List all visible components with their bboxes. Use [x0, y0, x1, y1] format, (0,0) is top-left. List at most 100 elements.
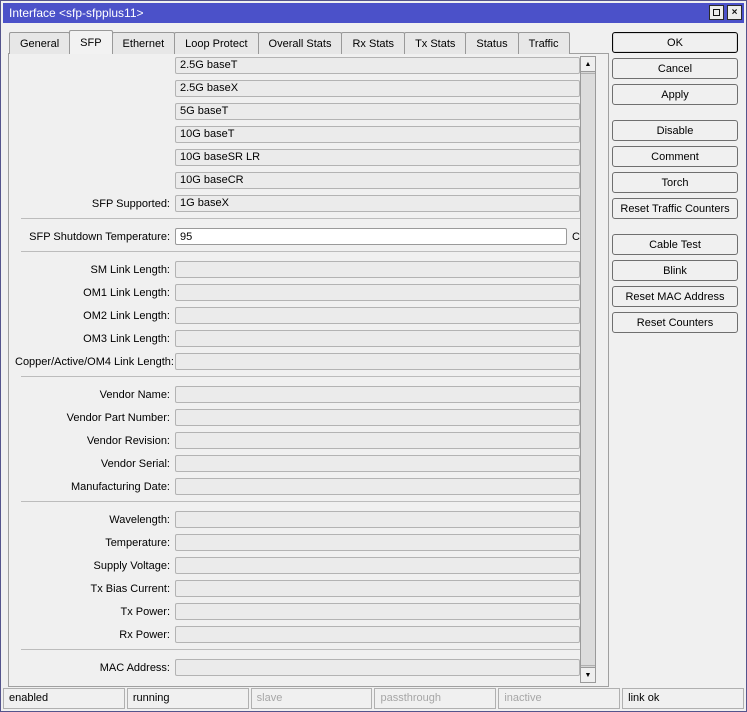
vendor-serial-field — [175, 455, 580, 472]
separator — [21, 218, 580, 219]
manufacturing-date-field — [175, 478, 580, 495]
temperature-unit-label: C — [572, 230, 580, 243]
separator — [21, 376, 580, 377]
comment-button[interactable]: Comment — [612, 146, 738, 167]
window-title: Interface <sfp-sfpplus11> — [9, 6, 144, 20]
apply-button[interactable]: Apply — [612, 84, 738, 105]
reset-mac-address-button[interactable]: Reset MAC Address — [612, 286, 738, 307]
temperature-field — [175, 534, 580, 551]
om1-link-length-row: OM1 Link Length: — [15, 284, 580, 301]
cancel-button[interactable]: Cancel — [612, 58, 738, 79]
status-enabled: enabled — [3, 688, 125, 709]
separator — [21, 501, 580, 502]
sfp-mode-row: 2.5G baseX — [15, 80, 580, 97]
tab-traffic[interactable]: Traffic — [517, 32, 570, 54]
button-group-gap — [612, 224, 738, 234]
action-button-column: OK Cancel Apply Disable Comment Torch Re… — [612, 32, 738, 338]
sfp-mode-value: 10G baseSR LR — [175, 149, 580, 166]
rx-power-row: Rx Power: — [15, 626, 580, 643]
tab-loop-protect[interactable]: Loop Protect — [174, 32, 259, 54]
sm-link-length-row: SM Link Length: — [15, 261, 580, 278]
close-button[interactable]: × — [727, 5, 742, 20]
sfp-mode-row: 10G baseT — [15, 126, 580, 143]
scroll-down-icon: ▼ — [584, 671, 592, 679]
scroll-up-button[interactable]: ▲ — [581, 57, 595, 72]
vendor-revision-row: Vendor Revision: — [15, 432, 580, 449]
om2-link-length-field — [175, 307, 580, 324]
mac-address-field — [175, 659, 580, 676]
ok-button[interactable]: OK — [612, 32, 738, 53]
rx-power-field — [175, 626, 580, 643]
tab-status[interactable]: Status — [465, 32, 519, 54]
status-inactive: inactive — [498, 688, 621, 709]
sfp-supported-label: SFP Supported: — [91, 197, 170, 210]
button-group-gap — [612, 110, 738, 120]
vendor-name-row: Vendor Name: — [15, 386, 580, 403]
sfp-supported-field: 1G baseX — [175, 195, 580, 212]
sfp-mode-value: 10G baseCR — [175, 172, 580, 189]
wavelength-field — [175, 511, 580, 528]
sfp-mode-row: 5G baseT — [15, 103, 580, 120]
wavelength-row: Wavelength: — [15, 511, 580, 528]
supply-voltage-field — [175, 557, 580, 574]
tab-sfp[interactable]: SFP — [69, 30, 113, 54]
status-running: running — [126, 688, 249, 709]
mac-address-label: MAC Address: — [99, 661, 170, 674]
sfp-mode-row: 2.5G baseT — [15, 57, 580, 74]
supply-voltage-row: Supply Voltage: — [15, 557, 580, 574]
torch-button[interactable]: Torch — [612, 172, 738, 193]
separator — [21, 649, 580, 650]
vertical-scrollbar[interactable]: ▲ ▼ — [580, 56, 596, 683]
tab-overall-stats[interactable]: Overall Stats — [257, 32, 343, 54]
sfp-shutdown-temperature-input[interactable] — [175, 228, 567, 245]
sfp-mode-value: 5G baseT — [175, 103, 580, 120]
tx-bias-current-row: Tx Bias Current: — [15, 580, 580, 597]
sfp-supported-row: SFP Supported: 1G baseX — [15, 195, 580, 212]
om2-link-length-row: OM2 Link Length: — [15, 307, 580, 324]
disable-button[interactable]: Disable — [612, 120, 738, 141]
mac-address-row: MAC Address: — [15, 659, 580, 676]
sfp-form: 2.5G baseT 2.5G baseX 5G baseT 10G baseT… — [15, 57, 580, 682]
scrollbar-thumb[interactable] — [581, 73, 595, 666]
cable-test-button[interactable]: Cable Test — [612, 234, 738, 255]
manufacturing-date-row: Manufacturing Date: — [15, 478, 580, 495]
status-bar: enabled running slave passthrough inacti… — [3, 688, 744, 709]
sfp-tab-panel: 2.5G baseT 2.5G baseX 5G baseT 10G baseT… — [8, 53, 609, 687]
vendor-part-number-row: Vendor Part Number: — [15, 409, 580, 426]
om1-link-length-field — [175, 284, 580, 301]
reset-counters-button[interactable]: Reset Counters — [612, 312, 738, 333]
tab-ethernet[interactable]: Ethernet — [111, 32, 176, 54]
temperature-row: Temperature: — [15, 534, 580, 551]
maximize-icon — [713, 9, 720, 16]
close-icon: × — [731, 6, 738, 18]
tab-rx-stats[interactable]: Rx Stats — [341, 32, 406, 54]
sfp-mode-value: 2.5G baseT — [175, 57, 580, 74]
sfp-mode-row: 10G baseSR LR — [15, 149, 580, 166]
vendor-serial-row: Vendor Serial: — [15, 455, 580, 472]
title-bar[interactable]: Interface <sfp-sfpplus11> × — [3, 3, 744, 23]
window-controls: × — [709, 5, 742, 20]
status-passthrough: passthrough — [374, 688, 497, 709]
tab-bar: General SFP Ethernet Loop Protect Overal… — [9, 30, 570, 54]
status-slave: slave — [250, 688, 373, 709]
sfp-mode-row: 10G baseCR — [15, 172, 580, 189]
om3-link-length-field — [175, 330, 580, 347]
vendor-name-field — [175, 386, 580, 403]
copper-active-om4-link-length-field — [175, 353, 580, 370]
blink-button[interactable]: Blink — [612, 260, 738, 281]
copper-active-om4-link-length-row: Copper/Active/OM4 Link Length: — [15, 353, 580, 370]
sfp-shutdown-temperature-row: SFP Shutdown Temperature: C — [15, 228, 580, 245]
scroll-up-icon: ▲ — [584, 60, 592, 68]
status-link-ok: link ok — [622, 688, 744, 709]
sfp-mode-value: 10G baseT — [175, 126, 580, 143]
tab-tx-stats[interactable]: Tx Stats — [404, 32, 467, 54]
scroll-down-button[interactable]: ▼ — [581, 667, 595, 682]
separator — [21, 251, 580, 252]
reset-traffic-counters-button[interactable]: Reset Traffic Counters — [612, 198, 738, 219]
tab-general[interactable]: General — [9, 32, 71, 54]
tx-bias-current-field — [175, 580, 580, 597]
tx-power-row: Tx Power: — [15, 603, 580, 620]
vendor-revision-field — [175, 432, 580, 449]
om3-link-length-row: OM3 Link Length: — [15, 330, 580, 347]
maximize-button[interactable] — [709, 5, 724, 20]
